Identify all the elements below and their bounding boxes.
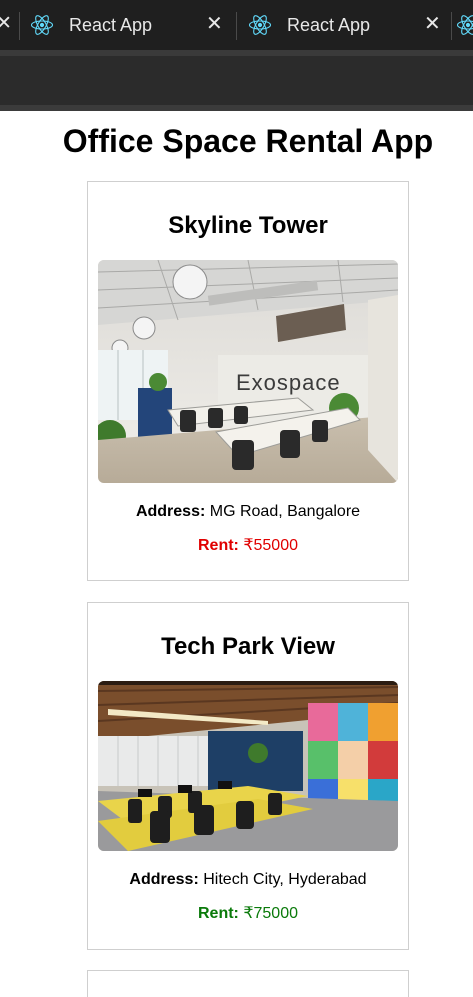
- browser-tab-bar: ✕ React App ✕ React App ✕: [0, 0, 473, 50]
- office-photo: Exospace: [98, 260, 398, 483]
- react-logo-icon: [456, 15, 473, 35]
- react-logo-icon: [30, 15, 54, 35]
- office-card: Skyline Tower Exospace Address: MG Road,…: [87, 181, 409, 581]
- office-name: Skyline Tower: [168, 212, 328, 239]
- tab-close-icon[interactable]: ✕: [206, 13, 223, 35]
- photo-sign-text: Exospace: [236, 370, 341, 395]
- office-name: Tech Park View: [161, 633, 335, 660]
- office-address: Address: MG Road, Bangalore: [88, 502, 408, 522]
- browser-tab-partial[interactable]: [452, 0, 473, 50]
- rent-label: Rent:: [197, 905, 239, 922]
- browser-toolbar: [0, 56, 473, 105]
- rent-value: ₹55000: [243, 537, 298, 554]
- page-title: Office Space Rental App: [62, 123, 434, 159]
- tab-title: React App: [69, 15, 153, 35]
- tab-close-icon[interactable]: ✕: [424, 13, 441, 35]
- office-photo: [98, 681, 398, 851]
- app-page: Office Space Rental App Skyline Tower Ex…: [0, 111, 473, 997]
- address-value: Hitech City, Hyderabad: [203, 871, 367, 888]
- tab-title: React App: [287, 15, 371, 35]
- office-rent: Rent: ₹75000: [88, 904, 408, 924]
- browser-tab[interactable]: React App ✕: [240, 0, 450, 50]
- address-label: Address:: [129, 871, 199, 888]
- react-logo-icon: [248, 15, 272, 35]
- address-value: MG Road, Bangalore: [209, 503, 361, 520]
- address-label: Address:: [135, 503, 206, 520]
- office-card: [87, 970, 409, 997]
- rent-label: Rent:: [197, 537, 239, 554]
- tab-separator: [19, 12, 20, 40]
- office-card: Tech Park View Address: Hitech City, Hyd…: [87, 602, 409, 950]
- close-icon[interactable]: ✕: [0, 13, 12, 35]
- office-rent: Rent: ₹55000: [88, 536, 408, 556]
- browser-tab[interactable]: React App ✕: [22, 0, 232, 50]
- tab-separator: [236, 12, 237, 40]
- office-address: Address: Hitech City, Hyderabad: [88, 870, 408, 890]
- rent-value: ₹75000: [243, 905, 298, 922]
